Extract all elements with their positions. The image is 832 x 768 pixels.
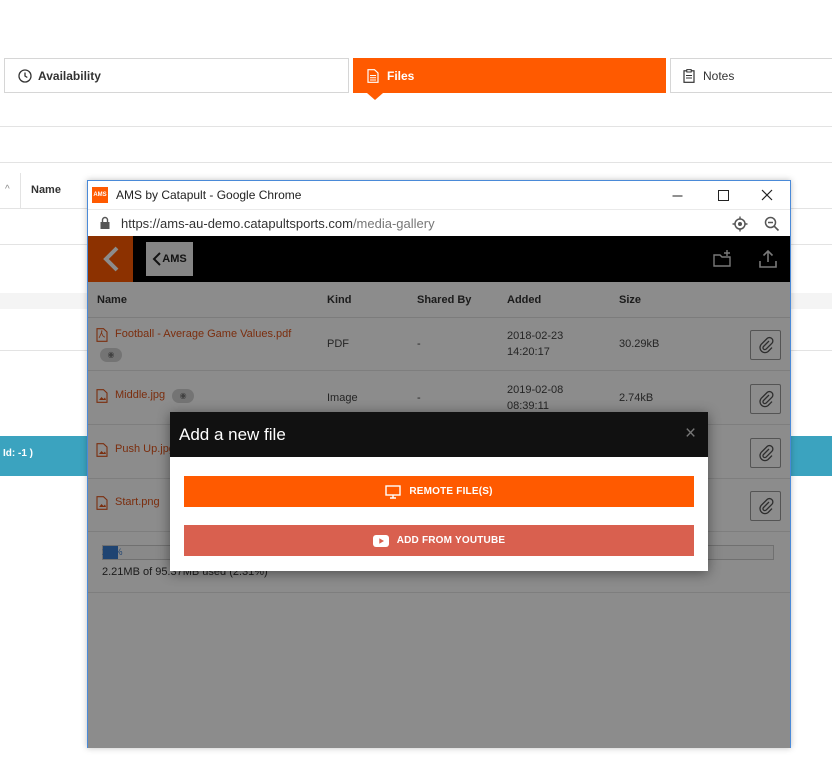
clipboard-icon bbox=[683, 68, 697, 83]
tab-files[interactable]: Files bbox=[353, 58, 666, 93]
tab-files-label: Files bbox=[387, 68, 415, 83]
grid-name-header[interactable]: Name bbox=[31, 184, 61, 196]
column-separator bbox=[20, 173, 21, 209]
address-bar[interactable]: https://ams-au-demo.catapultsports.com/m… bbox=[88, 209, 790, 236]
sort-caret-icon[interactable]: ^ bbox=[5, 184, 10, 195]
modal-title: Add a new file bbox=[179, 425, 286, 444]
divider bbox=[0, 126, 832, 127]
tab-notes[interactable]: Notes bbox=[670, 58, 832, 93]
active-tab-caret bbox=[367, 93, 383, 100]
modal-header: Add a new file × bbox=[170, 412, 708, 457]
window-title: AMS by Catapult - Google Chrome bbox=[116, 188, 302, 202]
minimize-button[interactable] bbox=[654, 181, 700, 209]
ams-favicon-icon: AMS bbox=[92, 187, 108, 203]
tab-availability-label: Availability bbox=[38, 68, 101, 83]
lock-icon bbox=[99, 216, 111, 230]
screen: Availability Files Notes ^ Name Id: -1 )… bbox=[0, 0, 832, 768]
modal-close-button[interactable]: × bbox=[685, 424, 696, 443]
divider bbox=[0, 162, 832, 163]
zoom-out-icon[interactable] bbox=[764, 216, 780, 232]
add-file-modal: Add a new file × REMOTE FILE(S) ADD FROM… bbox=[170, 412, 708, 571]
file-icon bbox=[367, 68, 381, 83]
maximize-button[interactable] bbox=[700, 181, 746, 209]
close-window-button[interactable] bbox=[744, 181, 790, 209]
tab-notes-label: Notes bbox=[703, 68, 735, 83]
selected-row-text: Id: -1 ) bbox=[3, 448, 33, 459]
tab-availability[interactable]: Availability bbox=[4, 58, 349, 93]
add-from-youtube-label: ADD FROM YOUTUBE bbox=[396, 535, 506, 546]
remote-files-button[interactable]: REMOTE FILE(S) bbox=[184, 476, 694, 507]
remote-files-label: REMOTE FILE(S) bbox=[409, 486, 493, 497]
minimize-icon bbox=[672, 195, 682, 196]
add-from-youtube-button[interactable]: ADD FROM YOUTUBE bbox=[184, 525, 694, 556]
url-text[interactable]: https://ams-au-demo.catapultsports.com/m… bbox=[121, 216, 435, 231]
monitor-icon bbox=[385, 484, 402, 499]
clock-icon bbox=[18, 68, 32, 83]
youtube-icon bbox=[372, 534, 389, 547]
url-path: /media-gallery bbox=[352, 215, 435, 231]
url-host: https://ams-au-demo.catapultsports.com bbox=[121, 215, 353, 231]
location-icon[interactable] bbox=[732, 216, 748, 232]
maximize-icon bbox=[717, 189, 729, 201]
close-icon bbox=[761, 189, 773, 201]
window-titlebar[interactable]: AMS AMS by Catapult - Google Chrome bbox=[88, 181, 790, 209]
profile-tabs: Availability Files Notes bbox=[4, 58, 832, 100]
